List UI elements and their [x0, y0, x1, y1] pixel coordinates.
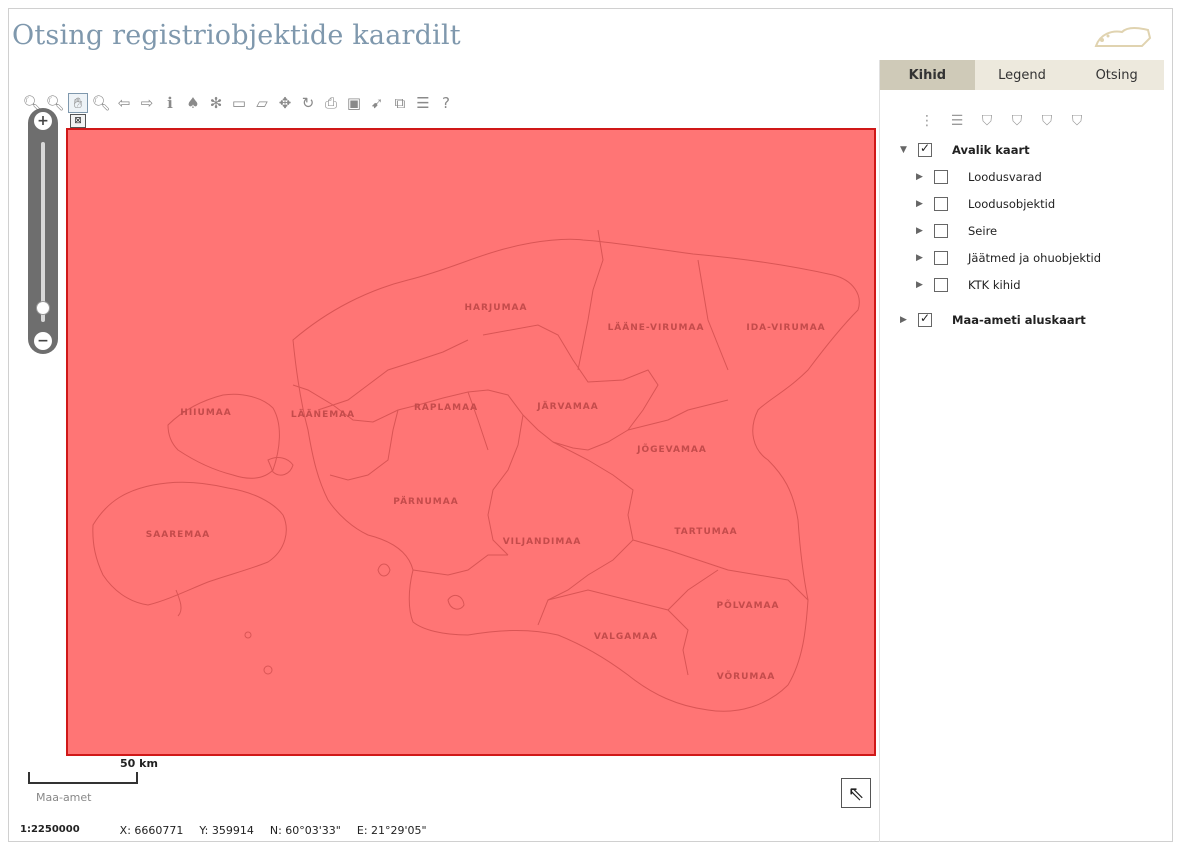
help-icon[interactable]: ?: [436, 93, 456, 113]
layer-jaatmed[interactable]: ▶ Jäätmed ja ohuobjektid: [916, 251, 1101, 265]
county-label: VILJANDIMAA: [502, 537, 582, 547]
county-label: LÄÄNEMAA: [290, 410, 356, 420]
expand-triangle-icon[interactable]: ▶: [900, 315, 912, 325]
layer-toolbar: ⋮ ☰ ⛉ ⛉ ⛉ ⛉: [918, 112, 1086, 130]
export-pdf-icon[interactable]: ▣: [344, 93, 364, 113]
tab-kihid[interactable]: Kihid: [880, 60, 975, 90]
county-label: SAAREMAA: [145, 530, 211, 540]
collapse-triangle-icon[interactable]: ▼: [900, 145, 912, 155]
layer-label: KTK kihid: [968, 278, 1021, 292]
refresh-icon[interactable]: ↻: [298, 93, 318, 113]
county-label: JÄRVAMAA: [537, 402, 599, 412]
scale-bar-label: 50 km: [120, 757, 158, 770]
layer-label: Jäätmed ja ohuobjektid: [968, 251, 1102, 265]
county-label: PÄRNUMAA: [393, 497, 459, 507]
layer-checkbox[interactable]: [934, 170, 948, 184]
county-label: VALGAMAA: [593, 632, 659, 642]
map-scale: 1:2250000: [20, 824, 80, 835]
filter-icon[interactable]: ⛉: [1008, 112, 1026, 130]
forward-arrow-icon[interactable]: ⇨: [137, 93, 157, 113]
coord-x: X: 6660771: [119, 824, 184, 837]
northwest-arrow-icon[interactable]: ⇖: [841, 778, 871, 808]
expand-triangle-icon[interactable]: ▶: [916, 253, 928, 263]
layer-loodusvarad[interactable]: ▶ Loodusvarad: [916, 170, 1042, 184]
layer-checkbox[interactable]: [934, 278, 948, 292]
county-label: LÄÄNE-VIRUMAA: [607, 323, 705, 333]
expand-triangle-icon[interactable]: ▶: [916, 226, 928, 236]
move-icon[interactable]: ✥: [275, 93, 295, 113]
county-label: VÕRUMAA: [716, 672, 776, 682]
county-borders: [92, 229, 860, 712]
layer-label: Seire: [968, 224, 998, 238]
measure-line-icon[interactable]: ▭: [229, 93, 249, 113]
county-label: IDA-VIRUMAA: [746, 323, 826, 333]
expand-triangle-icon[interactable]: ▶: [916, 280, 928, 290]
coord-n: N: 60°03'33": [269, 824, 341, 837]
layer-seire[interactable]: ▶ Seire: [916, 224, 997, 238]
coord-e: E: 21°29'05": [356, 824, 427, 837]
info-icon[interactable]: ℹ: [160, 93, 180, 113]
county-label: JÕGEVAMAA: [637, 445, 707, 455]
zoom-minus-button[interactable]: −: [34, 332, 52, 350]
expand-triangle-icon[interactable]: ▶: [916, 199, 928, 209]
fullscreen-icon[interactable]: ⧉: [390, 93, 410, 113]
page-title: Otsing registriobjektide kaardilt: [12, 20, 461, 51]
status-bar: 1:2250000 X: 6660771 Y: 359914 N: 60°03'…: [20, 824, 427, 837]
overview-map-toggle-icon[interactable]: ⊠: [70, 114, 86, 128]
layer-label: Loodusvarad: [968, 170, 1042, 184]
layer-label: Loodusobjektid: [968, 197, 1056, 211]
pin-icon[interactable]: ➹: [367, 93, 387, 113]
layer-loodusobjektid[interactable]: ▶ Loodusobjektid: [916, 197, 1055, 211]
zoom-track[interactable]: [41, 142, 45, 322]
county-label: HIIUMAA: [180, 408, 232, 418]
expand-tree-icon[interactable]: ⋮: [918, 112, 936, 130]
pan-hand-icon[interactable]: ✋︎: [68, 93, 88, 113]
list-icon[interactable]: ☰: [948, 112, 966, 130]
layer-checkbox[interactable]: [918, 141, 932, 157]
attribution: Maa-amet: [36, 791, 92, 804]
county-label: TARTUMAA: [674, 527, 738, 537]
binoculars-icon[interactable]: ♠: [183, 93, 203, 113]
layer-label: Maa-ameti aluskaart: [952, 313, 1086, 327]
layer-maa-ameti-aluskaart[interactable]: ▶ Maa-ameti aluskaart: [900, 311, 1086, 327]
map-canvas[interactable]: HARJUMAA LÄÄNE-VIRUMAA IDA-VIRUMAA HIIUM…: [66, 128, 876, 756]
layer-checkbox[interactable]: [918, 311, 932, 327]
estonia-logo-icon: [1088, 20, 1158, 58]
list-icon[interactable]: ☰: [413, 93, 433, 113]
filter-icon[interactable]: ⛉: [978, 112, 996, 130]
panel-divider: [879, 60, 880, 842]
select-icon[interactable]: ✻: [206, 93, 226, 113]
zoom-thumb[interactable]: [36, 300, 50, 315]
county-label: HARJUMAA: [464, 303, 528, 313]
layer-checkbox[interactable]: [934, 224, 948, 238]
coord-y: Y: 359914: [199, 824, 254, 837]
zoom-plus-button[interactable]: +: [34, 112, 52, 130]
filter-icon[interactable]: ⛉: [1038, 112, 1056, 130]
back-arrow-icon[interactable]: ⇦: [114, 93, 134, 113]
layer-avalik-kaart[interactable]: ▼ Avalik kaart: [900, 141, 1030, 157]
side-panel-tabs: Kihid Legend Otsing: [880, 60, 1164, 90]
measure-area-icon[interactable]: ▱: [252, 93, 272, 113]
tab-legend[interactable]: Legend: [975, 60, 1070, 90]
print-icon[interactable]: ⎙: [321, 93, 341, 113]
expand-triangle-icon[interactable]: ▶: [916, 172, 928, 182]
layer-label: Avalik kaart: [952, 143, 1030, 157]
scale-bar: [28, 772, 138, 784]
county-label: RAPLAMAA: [413, 403, 479, 413]
map-toolbar: 🔍︎ 🔍︎ ✋︎ 🔍︎ ⇦ ⇨ ℹ ♠ ✻ ▭ ▱ ✥ ↻ ⎙ ▣ ➹ ⧉ ☰ …: [22, 90, 456, 116]
zoom-box-icon[interactable]: 🔍︎: [91, 93, 111, 113]
layer-ktk-kihid[interactable]: ▶ KTK kihid: [916, 278, 1021, 292]
zoom-slider[interactable]: + −: [28, 108, 58, 354]
tab-otsing[interactable]: Otsing: [1069, 60, 1164, 90]
layer-checkbox[interactable]: [934, 197, 948, 211]
county-label: PÕLVAMAA: [716, 601, 780, 611]
filter-icon[interactable]: ⛉: [1068, 112, 1086, 130]
layer-checkbox[interactable]: [934, 251, 948, 265]
